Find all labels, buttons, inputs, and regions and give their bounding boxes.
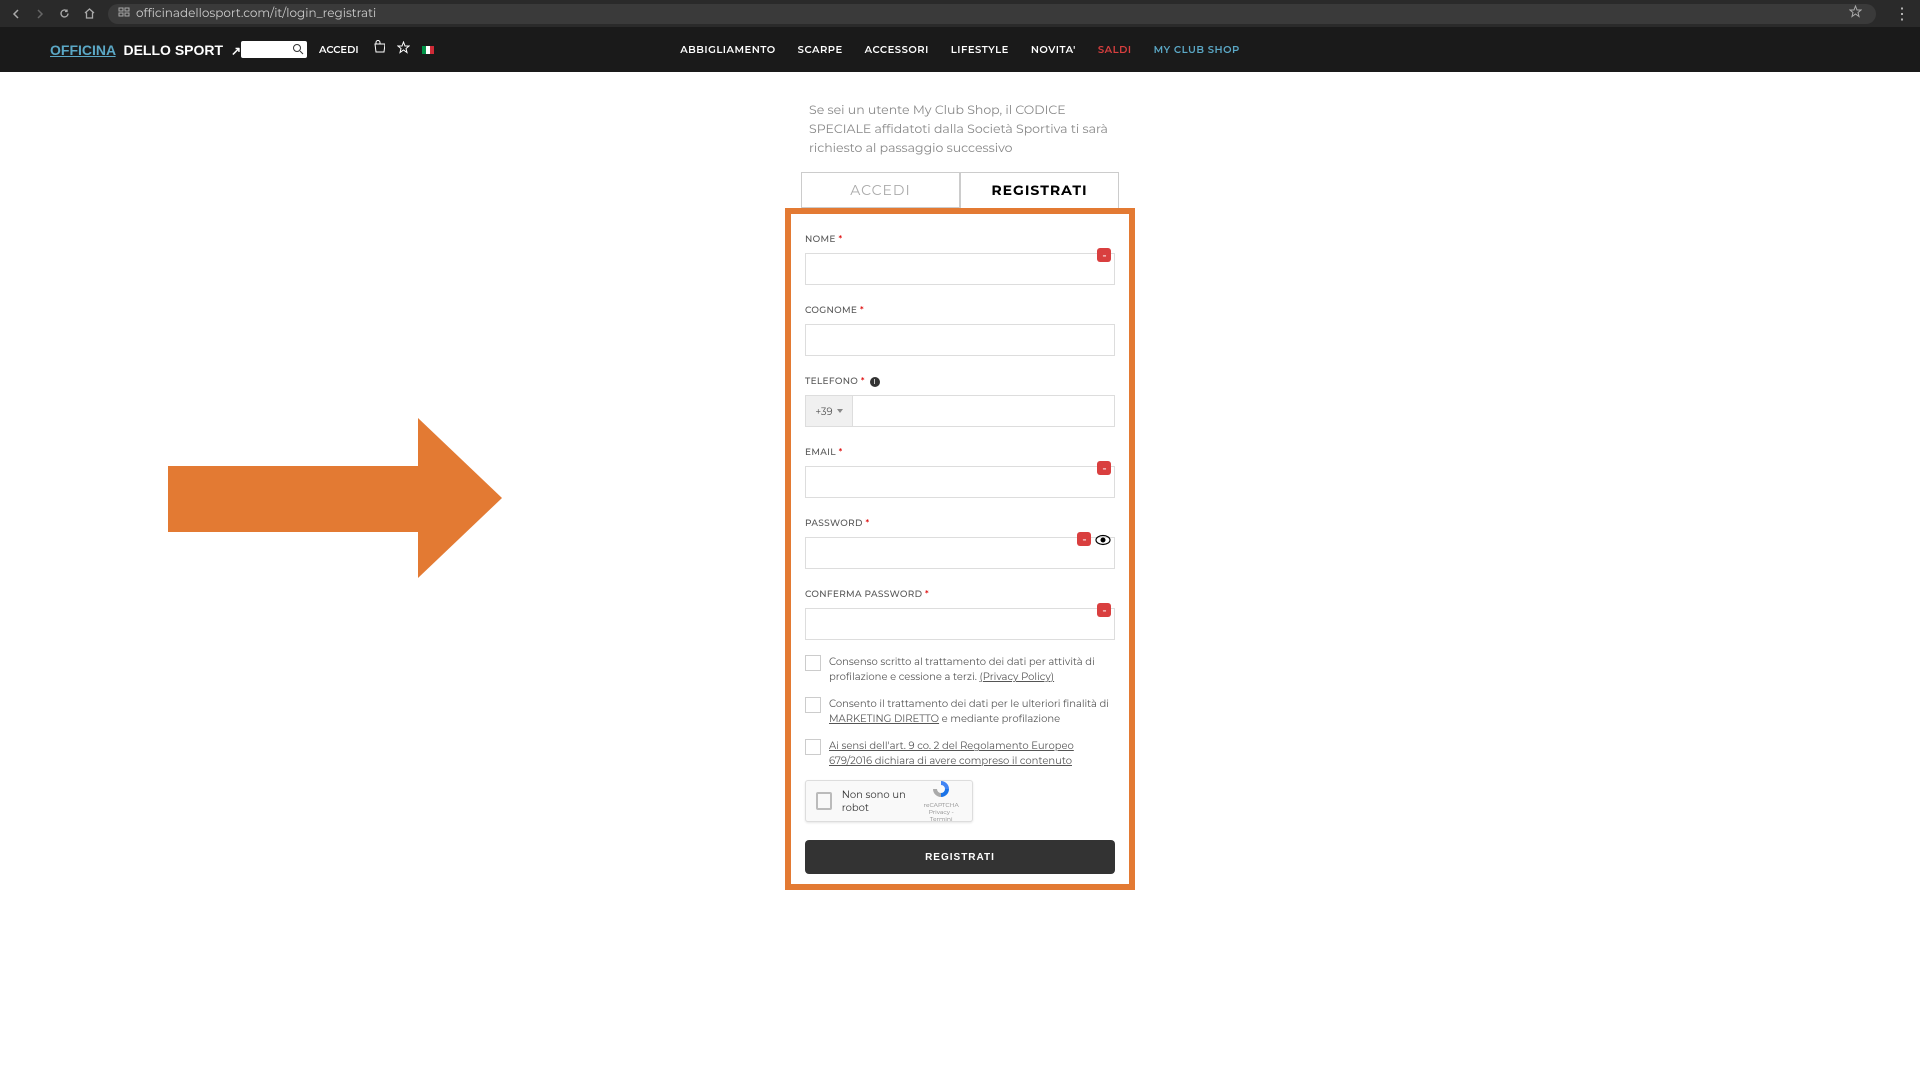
bookmark-star-icon[interactable] [1849, 5, 1862, 22]
label-email: EMAIL * [805, 447, 843, 458]
label-password: PASSWORD * [805, 518, 869, 529]
info-icon[interactable]: i [870, 377, 880, 387]
search-icon [292, 43, 304, 55]
highlight-arrow-icon [168, 418, 418, 484]
register-button[interactable]: REGISTRATI [805, 840, 1115, 874]
input-nome[interactable] [805, 253, 1115, 285]
phone-prefix-select[interactable]: +39 [805, 395, 853, 427]
label-consent-profiling: Consenso scritto al trattamento dei dati… [829, 654, 1115, 684]
privacy-policy-link[interactable]: (Privacy Policy) [979, 670, 1054, 683]
browser-chrome: officinadellosport.com/it/login_registra… [0, 0, 1920, 27]
autofill-badge-icon[interactable] [1077, 532, 1091, 546]
tab-registrati[interactable]: REGISTRATI [960, 172, 1119, 208]
nav-lifestyle[interactable]: LIFESTYLE [951, 43, 1009, 56]
checkbox-consent-profiling[interactable] [805, 655, 821, 671]
nav-abbigliamento[interactable]: ABBIGLIAMENTO [680, 43, 775, 56]
consent-profiling: Consenso scritto al trattamento dei dati… [805, 654, 1115, 684]
autofill-badge-icon[interactable] [1097, 248, 1111, 262]
search-input[interactable] [241, 41, 307, 58]
checkbox-consent-marketing[interactable] [805, 697, 821, 713]
field-conferma-password: CONFERMA PASSWORD * [805, 583, 1115, 640]
nav-accessori[interactable]: ACCESSORI [865, 43, 929, 56]
nav-saldi[interactable]: SALDI [1098, 43, 1132, 56]
recaptcha-icon [929, 779, 953, 799]
recaptcha-logo: reCAPTCHA Privacy - Termini [920, 779, 962, 823]
recaptcha-label: Non sono un robot [842, 788, 921, 814]
home-icon[interactable] [83, 7, 96, 20]
main-nav: ABBIGLIAMENTO SCARPE ACCESSORI LIFESTYLE… [680, 43, 1240, 56]
recaptcha: Non sono un robot reCAPTCHA Privacy - Te… [805, 780, 973, 822]
url-bar[interactable]: officinadellosport.com/it/login_registra… [108, 4, 1876, 24]
input-password[interactable] [805, 537, 1115, 569]
input-telefono[interactable] [853, 395, 1115, 427]
browser-right-controls: ⋮ [1894, 4, 1910, 24]
input-email[interactable] [805, 466, 1115, 498]
nav-scarpe[interactable]: SCARPE [798, 43, 843, 56]
tab-accedi[interactable]: ACCEDI [801, 172, 960, 208]
consent-marketing: Consento il trattamento dei dati per le … [805, 696, 1115, 726]
browser-nav-controls [10, 7, 96, 20]
intro-text: Se sei un utente My Club Shop, il CODICE… [809, 102, 1127, 158]
accedi-link[interactable]: ACCEDI [319, 43, 359, 56]
gdpr-link[interactable]: Ai sensi dell'art. 9 co. 2 del Regolamen… [829, 739, 1074, 767]
url-text: officinadellosport.com/it/login_registra… [136, 6, 376, 21]
field-password: PASSWORD * [805, 512, 1115, 569]
forward-icon[interactable] [34, 8, 46, 20]
label-conferma-password: CONFERMA PASSWORD * [805, 589, 929, 600]
logo-dello: DELLO SPORT [123, 42, 223, 58]
label-telefono: TELEFONO * i [805, 376, 880, 387]
label-nome: NOME * [805, 234, 842, 245]
back-icon[interactable] [10, 8, 22, 20]
checkbox-consent-gdpr[interactable] [805, 739, 821, 755]
show-password-icon[interactable] [1095, 532, 1111, 553]
header-right: ACCEDI [241, 40, 434, 59]
label-consent-gdpr: Ai sensi dell'art. 9 co. 2 del Regolamen… [829, 738, 1115, 768]
consent-gdpr: Ai sensi dell'art. 9 co. 2 del Regolamen… [805, 738, 1115, 768]
reload-icon[interactable] [58, 7, 71, 20]
wishlist-star-icon[interactable] [397, 40, 410, 59]
site-settings-icon[interactable] [118, 6, 130, 21]
nav-myclubshop[interactable]: MY CLUB SHOP [1154, 43, 1240, 56]
input-conferma-password[interactable] [805, 608, 1115, 640]
autofill-badge-icon[interactable] [1097, 603, 1111, 617]
marketing-diretto-link[interactable]: MARKETING DIRETTO [829, 712, 939, 725]
autofill-badge-icon[interactable] [1097, 461, 1111, 475]
logo-officina: OFFICINA [50, 42, 116, 58]
field-email: EMAIL * [805, 441, 1115, 498]
flag-italy-icon[interactable] [422, 46, 434, 54]
recaptcha-checkbox[interactable] [816, 792, 832, 810]
logo-arrow-icon: ↗ [231, 44, 241, 58]
label-consent-marketing: Consento il trattamento dei dati per le … [829, 696, 1115, 726]
logo[interactable]: OFFICINA DELLO SPORT ↗ [50, 42, 241, 58]
field-telefono: TELEFONO * i +39 [805, 370, 1115, 427]
label-cognome: COGNOME * [805, 305, 864, 316]
cart-icon[interactable] [371, 40, 385, 59]
input-cognome[interactable] [805, 324, 1115, 356]
tabs: ACCEDI REGISTRATI [801, 172, 1119, 208]
nav-novita[interactable]: NOVITA' [1031, 43, 1076, 56]
browser-menu-icon[interactable]: ⋮ [1894, 4, 1910, 24]
field-cognome: COGNOME * [805, 299, 1115, 356]
site-header: OFFICINA DELLO SPORT ↗ ABBIGLIAMENTO SCA… [0, 27, 1920, 72]
main-area: Se sei un utente My Club Shop, il CODICE… [0, 72, 1920, 890]
field-nome: NOME * [805, 228, 1115, 285]
register-form: NOME * COGNOME * TELEFONO * i +39 EMAIL … [785, 208, 1135, 890]
